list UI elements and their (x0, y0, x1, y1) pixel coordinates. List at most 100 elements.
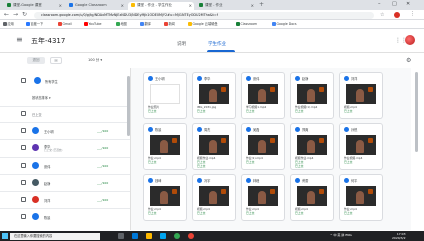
app-icon[interactable] (188, 233, 194, 239)
attachment-thumbnail[interactable] (199, 186, 229, 206)
submission-card[interactable]: 周杰 视频作业.mp4 已上交 已上交 (192, 123, 236, 170)
card-student-name[interactable]: 林峰 (253, 178, 259, 183)
browser-tab[interactable]: Google Classroom × (66, 2, 126, 10)
bookmark-item[interactable]: 应用 (3, 21, 14, 28)
attachment-thumbnail[interactable] (248, 186, 278, 206)
windows-start-icon[interactable] (2, 233, 8, 239)
submission-card[interactable]: 林峰 作业.mp4 已上交 (241, 174, 285, 221)
attachment-thumbnail[interactable] (297, 84, 327, 104)
submission-card[interactable]: 刘洋 视频.mp4 已上交 (339, 72, 383, 119)
card-student-name[interactable]: 何平 (351, 178, 357, 183)
clock[interactable]: 17:03 2020/3/2 (392, 232, 405, 240)
bookmark-item[interactable]: 百度一下 (26, 21, 43, 28)
browser-menu-icon[interactable]: ⋮ (410, 11, 415, 17)
student-checkbox[interactable] (21, 145, 26, 150)
settings-gear-icon[interactable]: ⚙ (406, 57, 411, 64)
maximize-icon[interactable]: □ (392, 1, 397, 7)
student-name[interactable]: 赵静 (44, 181, 50, 186)
close-window-icon[interactable]: ✕ (406, 1, 410, 7)
left-panel-scrollbar[interactable] (127, 76, 130, 136)
bookmark-item[interactable]: Gmail (58, 21, 72, 28)
main-menu-icon[interactable]: ≡ (16, 35, 23, 44)
new-tab-button[interactable]: + (259, 1, 264, 8)
submission-card[interactable]: 赵静 作业视频(1).mp4 已上交 (290, 72, 334, 119)
submission-card[interactable]: 吴磊 作业(1).mp4 已上交 (241, 123, 285, 170)
student-grade[interactable]: ___/100 (97, 181, 108, 185)
main-scrollbar[interactable] (415, 72, 418, 152)
card-student-name[interactable]: 孙悦 (351, 127, 357, 132)
student-grade[interactable]: ___/100 (97, 198, 108, 202)
bookmark-item[interactable]: Google Docs (272, 21, 297, 28)
bookmark-star-icon[interactable]: ☆ (380, 12, 384, 18)
submission-card[interactable]: 冯宇 视频.mp4 已上交 (192, 174, 236, 221)
submission-card[interactable]: 郑爽 视频作业.mp4 已上交 已上交 (290, 123, 334, 170)
address-bar[interactable]: classroom.google.com/u/0/g/tg/NDAxMTMzNj… (34, 11, 374, 19)
close-tab-icon[interactable]: × (59, 3, 62, 8)
attachment-thumbnail[interactable] (297, 135, 327, 155)
student-checkbox[interactable] (21, 128, 26, 133)
close-tab-icon[interactable]: × (121, 3, 124, 8)
submission-card[interactable]: 何平 作业.mp4 已上交 (339, 174, 383, 221)
tab-student-work[interactable]: 学生作业 (208, 41, 226, 47)
student-checkbox[interactable] (21, 197, 26, 202)
student-checkbox[interactable] (21, 214, 26, 219)
attachment-thumbnail[interactable] (199, 135, 229, 155)
email-icon[interactable]: ✉ (50, 57, 62, 64)
attachment-thumbnail[interactable] (297, 186, 327, 206)
forward-icon[interactable]: → (13, 11, 18, 18)
card-student-name[interactable]: 郑爽 (302, 127, 308, 132)
browser-tab-active[interactable]: 课堂 - 作业 - 学生作业 × (128, 2, 194, 10)
card-student-name[interactable]: 刘洋 (351, 76, 357, 81)
attachment-thumbnail[interactable] (199, 84, 229, 104)
attachment-thumbnail[interactable] (150, 186, 180, 206)
chrome-icon[interactable] (174, 233, 180, 239)
back-icon[interactable]: ← (4, 11, 9, 18)
card-student-name[interactable]: 陈晨 (155, 127, 161, 132)
file-explorer-icon[interactable] (146, 233, 152, 239)
card-student-name[interactable]: 冯宇 (204, 178, 210, 183)
sort-dropdown[interactable]: 按状态排序 ▾ (32, 95, 51, 100)
attachment-thumbnail[interactable] (346, 135, 376, 155)
system-tray[interactable]: ^ 中 英 拼 ENG (330, 233, 352, 237)
bookmark-item[interactable]: Classroom (236, 21, 257, 28)
card-student-name[interactable]: 王小明 (155, 76, 165, 81)
bookmark-item[interactable]: 地图 (116, 21, 127, 28)
card-student-name[interactable]: 钱坤 (155, 178, 161, 183)
submission-card[interactable]: 王小明 作业照片 已上交 (143, 72, 187, 119)
student-name[interactable]: 张伟 (44, 164, 50, 169)
attachment-thumbnail[interactable] (248, 84, 278, 104)
minimize-icon[interactable]: – (378, 1, 381, 7)
student-grade[interactable]: ___/100 (97, 129, 108, 133)
edge-icon[interactable] (132, 233, 138, 239)
submission-card[interactable]: 孙悦 作业视频.mp4 已上交 (339, 123, 383, 170)
attachment-thumbnail[interactable] (346, 84, 376, 104)
points-select[interactable]: 100 分 ▾ (88, 58, 102, 63)
tab-instructions[interactable]: 说明 (177, 41, 186, 47)
bookmark-item[interactable]: YouTube (84, 21, 101, 28)
attachment-thumbnail[interactable] (150, 84, 180, 104)
store-icon[interactable] (160, 233, 166, 239)
card-student-name[interactable]: 张伟 (253, 76, 259, 81)
bookmark-item[interactable]: 翻译 (140, 21, 151, 28)
student-grade[interactable]: ___/100 (97, 164, 108, 168)
close-tab-icon[interactable]: × (251, 3, 254, 8)
bookmark-item[interactable]: Google 云端硬盘 (188, 21, 218, 28)
browser-tab[interactable]: 课堂-Google 课堂 × (4, 2, 64, 10)
submission-card[interactable]: 李华 IMG_2031.jpg 已上交 (192, 72, 236, 119)
card-student-name[interactable]: 赵静 (302, 76, 308, 81)
student-name[interactable]: 陈晨 (44, 215, 50, 220)
profile-avatar-icon[interactable] (394, 12, 400, 18)
taskbar-search-input[interactable]: 在这里输入你要搜索的内容 (10, 232, 100, 240)
card-student-name[interactable]: 黄蕾 (302, 178, 308, 183)
reload-icon[interactable]: ↻ (22, 11, 27, 18)
select-all-checkbox[interactable] (21, 78, 26, 83)
class-title[interactable]: 五年-4317 (31, 36, 65, 46)
attachment-thumbnail[interactable] (150, 135, 180, 155)
student-checkbox[interactable] (21, 180, 26, 185)
account-avatar[interactable] (405, 35, 415, 45)
student-grade[interactable]: ___/100 (97, 146, 108, 150)
submission-card[interactable]: 黄蕾 视频.mp4 已上交 (290, 174, 334, 221)
submission-card[interactable]: 张伟 学习视频1.mp4 已上交 (241, 72, 285, 119)
section-checkbox[interactable] (21, 111, 26, 116)
card-student-name[interactable]: 吴磊 (253, 127, 259, 132)
